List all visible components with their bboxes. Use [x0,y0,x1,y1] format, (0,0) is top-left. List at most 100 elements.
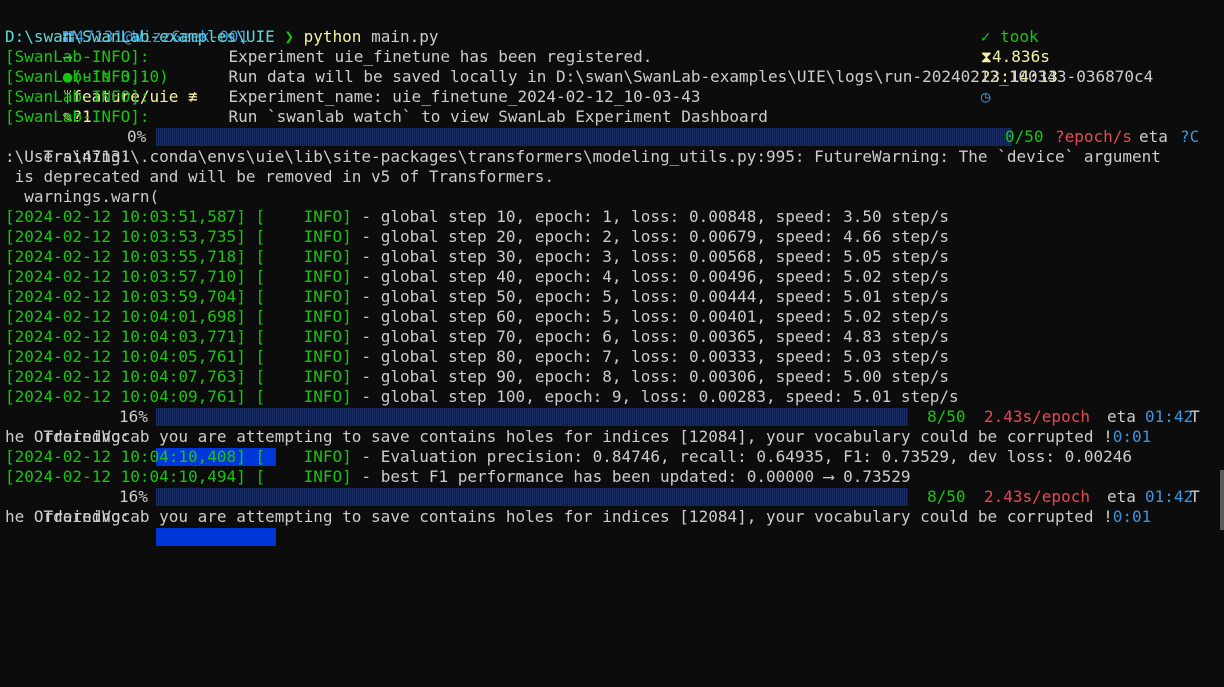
duration: 4.836s [992,47,1050,66]
clock-icon: ◷ [980,87,991,106]
progress-count: 8/50 [927,487,966,506]
swanlab-message: Run `swanlab watch` to view SwanLab Expe… [228,107,768,126]
terminal-window[interactable]: 47131@WizzGeek-001 → ●(uie 3.10) ᛘfeatur… [0,0,1224,546]
log-level: [ INFO] [255,307,352,326]
log-line: [2024-02-12 10:03:55,718] [ INFO] - glob… [5,247,949,267]
log-message: - global step 40, epoch: 4, loss: 0.0049… [351,267,950,286]
progress-percent: 16% [119,407,148,426]
progress-percent: 0% [127,127,147,146]
command: python [303,27,362,46]
swanlab-message: Run data will be saved locally in D:\swa… [228,67,1154,86]
log-level: [ INFO] [255,467,352,486]
progress-tail: T [1190,407,1200,426]
prompt-chevron: ❯ [284,27,294,46]
log-line: [2024-02-12 10:04:07,763] [ INFO] - glob… [5,367,949,387]
log-line: [2024-02-12 10:03:51,587] [ INFO] - glob… [5,207,949,227]
log-line: [2024-02-12 10:04:10,494] [ INFO] - best… [5,467,911,487]
cwd-path: D:\swan\SwanLab-examples\UIE [5,27,275,46]
log-timestamp: [2024-02-12 10:03:53,735] [5,227,246,246]
log-level: [ INFO] [255,267,352,286]
log-message: - global step 30, epoch: 3, loss: 0.0056… [351,247,950,266]
log-timestamp: [2024-02-12 10:03:57,710] [5,267,246,286]
log-timestamp: [2024-02-12 10:03:59,704] [5,287,246,306]
prompt-right: ✓ took ⧗4.836s 23:14:13 ◷ [923,7,1058,106]
progress-bar [156,488,908,546]
progress-percent: 16% [119,487,148,506]
log-level: [ INFO] [255,207,352,226]
log-line: [2024-02-12 10:04:03,771] [ INFO] - glob… [5,327,949,347]
command-line: D:\swan\SwanLab-examples\UIE ❯ python ma… [5,27,439,47]
log-timestamp: [2024-02-12 10:04:10,408] [5,447,246,466]
log-message: - Evaluation precision: 0.84746, recall:… [351,447,1133,466]
progress-count: 0/50 [1005,127,1044,146]
took-label: ✓ took [980,27,1039,46]
progress-eta-label: eta [1107,407,1136,426]
progress-count: 8/50 [927,407,966,426]
log-timestamp: [2024-02-12 10:04:09,761] [5,387,246,406]
log-timestamp: [2024-02-12 10:03:51,587] [5,207,246,226]
progress-bar [156,408,908,466]
progress-bar [156,128,1012,146]
log-message: - global step 100, epoch: 9, loss: 0.002… [351,387,959,406]
log-message: - best F1 performance has been updated: … [351,467,911,486]
log-line: [2024-02-12 10:04:05,761] [ INFO] - glob… [5,347,949,367]
log-message: - global step 10, epoch: 1, loss: 0.0084… [351,207,950,226]
log-level: [ INFO] [255,227,352,246]
progress-line: Training: 0% 0/50 ?epoch/s eta ?C [5,127,1219,166]
progress-eta: ?C [1180,127,1200,146]
warning-line: is deprecated and will be removed in v5 … [5,167,555,186]
progress-rate: ?epoch/s [1055,127,1133,146]
swanlab-message: Experiment uie_finetune has been registe… [228,47,653,66]
swanlab-tag: [SwanLab-INFO]: [5,47,150,66]
progress-rate: 2.43s/epoch [984,487,1090,506]
progress-line: Training: 16% 8/50 2.43s/epoch eta 01:42… [5,407,1219,466]
swanlab-tag: [SwanLab-INFO]: [5,107,150,126]
log-timestamp: [2024-02-12 10:04:01,698] [5,307,246,326]
log-message: - global step 80, epoch: 7, loss: 0.0033… [351,347,950,366]
progress-eta: 01:42 [1145,407,1194,426]
log-message: - global step 20, epoch: 2, loss: 0.0067… [351,227,950,246]
log-level: [ INFO] [255,447,352,466]
vocab-warning-line: he OrderedVocab you are attempting to sa… [5,427,1151,447]
log-level: [ INFO] [255,367,352,386]
vocab-warning-tail: 0:01 [1112,507,1152,526]
prompt-left: 47131@WizzGeek-001 → ●(uie 3.10) ᛘfeatur… [5,7,248,126]
log-message: - global step 90, epoch: 8, loss: 0.0030… [351,367,950,386]
vocab-warning-text: he OrderedVocab you are attempting to sa… [5,427,1113,446]
progress-tail: T [1190,487,1200,506]
vocab-warning-text: he OrderedVocab you are attempting to sa… [5,507,1113,526]
swanlab-message: Experiment_name: uie_finetune_2024-02-12… [228,87,701,106]
log-timestamp: [2024-02-12 10:04:05,761] [5,347,246,366]
log-line: [2024-02-12 10:04:01,698] [ INFO] - glob… [5,307,949,327]
log-timestamp: [2024-02-12 10:04:03,771] [5,327,246,346]
command-arg: main.py [371,27,439,46]
log-level: [ INFO] [255,247,352,266]
log-level: [ INFO] [255,327,352,346]
log-level: [ INFO] [255,287,352,306]
progress-eta-label: eta [1107,487,1136,506]
progress-line: Training: 16% 8/50 2.43s/epoch eta 01:42… [5,487,1219,546]
swanlab-line: [SwanLab-INFO]: Run data will be saved lo… [5,67,1153,87]
log-line: [2024-02-12 10:03:57,710] [ INFO] - glob… [5,267,949,287]
log-level: [ INFO] [255,347,352,366]
prompt-line: 47131@WizzGeek-001 → ●(uie 3.10) ᛘfeatur… [5,7,1219,126]
log-timestamp: [2024-02-12 10:04:10,494] [5,467,246,486]
progress-eta-label: eta [1139,127,1168,146]
swanlab-tag: [SwanLab-INFO]: [5,87,150,106]
hourglass-icon: ⧗ [980,47,993,66]
log-line: [2024-02-12 10:03:53,735] [ INFO] - glob… [5,227,949,247]
log-timestamp: [2024-02-12 10:03:55,718] [5,247,246,266]
swanlab-line: [SwanLab-INFO]: Experiment uie_finetune h… [5,47,652,67]
swanlab-line: [SwanLab-INFO]: Experiment_name: uie_fine… [5,87,701,107]
warning-line: warnings.warn( [5,187,160,206]
progress-eta: 01:42 [1145,487,1194,506]
log-message: - global step 60, epoch: 5, loss: 0.0040… [351,307,950,326]
log-message: - global step 50, epoch: 5, loss: 0.0044… [351,287,950,306]
log-line: [2024-02-12 10:03:59,704] [ INFO] - glob… [5,287,949,307]
vocab-warning-line: he OrderedVocab you are attempting to sa… [5,507,1151,527]
log-timestamp: [2024-02-12 10:04:07,763] [5,367,246,386]
scrollbar-thumb[interactable] [1220,470,1224,530]
warning-line: :\Users\47131\.conda\envs\uie\lib\site-p… [5,147,1161,166]
swanlab-tag: [SwanLab-INFO]: [5,67,150,86]
vocab-warning-tail: 0:01 [1112,427,1152,446]
